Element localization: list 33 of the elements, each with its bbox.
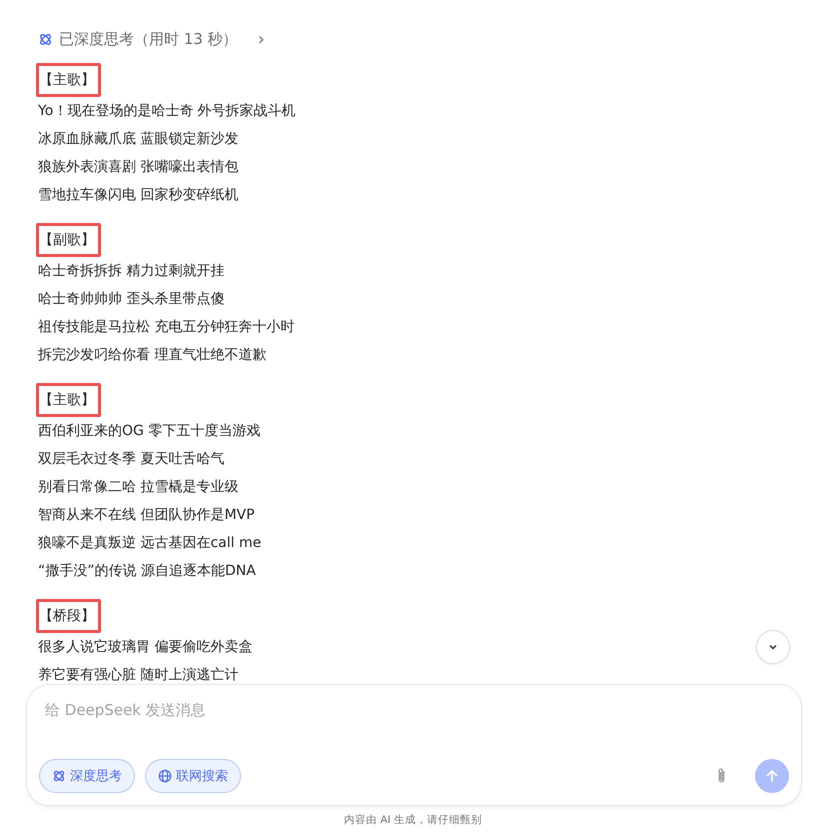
lyric-line: 狼族外表演喜剧 张嘴嚎出表情包 [38, 158, 238, 177]
lyric-line: 祖传技能是马拉松 充电五分钟狂奔十小时 [38, 318, 294, 337]
disclaimer-text: 内容由 AI 生成，请仔细甄别 [343, 813, 483, 827]
atom-icon [38, 32, 53, 46]
section-heading: 【副歌】 [36, 223, 101, 257]
lyric-line: Yo！现在登场的是哈士奇 外号拆家战斗机 [38, 102, 296, 121]
lyric-line: 雪地拉车像闪电 回家秒变碎纸机 [38, 186, 238, 205]
thinking-status[interactable]: 已深度思考（用时 13 秒） [59, 30, 238, 48]
chevron-icon[interactable]: › [258, 28, 265, 50]
lyric-line: 很多人说它玻璃胃 偏要偷吃外卖盒 [38, 638, 252, 657]
lyric-line: 冰原血脉藏爪底 蓝眼锁定新沙发 [38, 130, 238, 149]
lyric-line: 拆完沙发叼给你看 理直气壮绝不道歉 [38, 346, 266, 365]
scroll-down-button[interactable] [756, 630, 790, 664]
lyric-line: 西伯利亚来的OG 零下五十度当游戏 [38, 422, 260, 441]
lyric-line: 狼嚎不是真叛逆 远古基因在call me [38, 534, 262, 553]
message-field[interactable]: 给 DeepSeek 发送消息 [39, 699, 789, 747]
atom-icon [52, 769, 66, 783]
lyric-line: 养它要有强心脏 随时上演逃亡计 [38, 666, 238, 684]
lyric-line: 哈士奇拆拆拆 精力过剩就开挂 [38, 262, 224, 281]
section-heading: 【桥段】 [36, 599, 101, 633]
arrow-up-icon [764, 768, 780, 784]
lyric-line: 哈士奇帅帅帅 歪头杀里带点傻 [38, 290, 224, 309]
lyric-line: 别看日常像二哈 拉雪橇是专业级 [38, 478, 238, 497]
section-heading: 【主歌】 [36, 63, 101, 97]
lyric-line: 智商从来不在线 但团队协作是MVP [38, 506, 255, 525]
globe-icon [158, 769, 172, 783]
toggle-button[interactable]: 联网搜索 [145, 759, 241, 793]
section-heading: 【主歌】 [36, 383, 101, 417]
lyric-line: 双层毛衣过冬季 夏天吐舌哈气 [38, 450, 224, 469]
toggle-button[interactable]: 深度思考 [39, 759, 135, 793]
lyric-line: “撒手没”的传说 源自追逐本能DNA [38, 562, 256, 581]
paperclip-icon[interactable] [716, 767, 727, 785]
send-button[interactable] [755, 759, 789, 793]
